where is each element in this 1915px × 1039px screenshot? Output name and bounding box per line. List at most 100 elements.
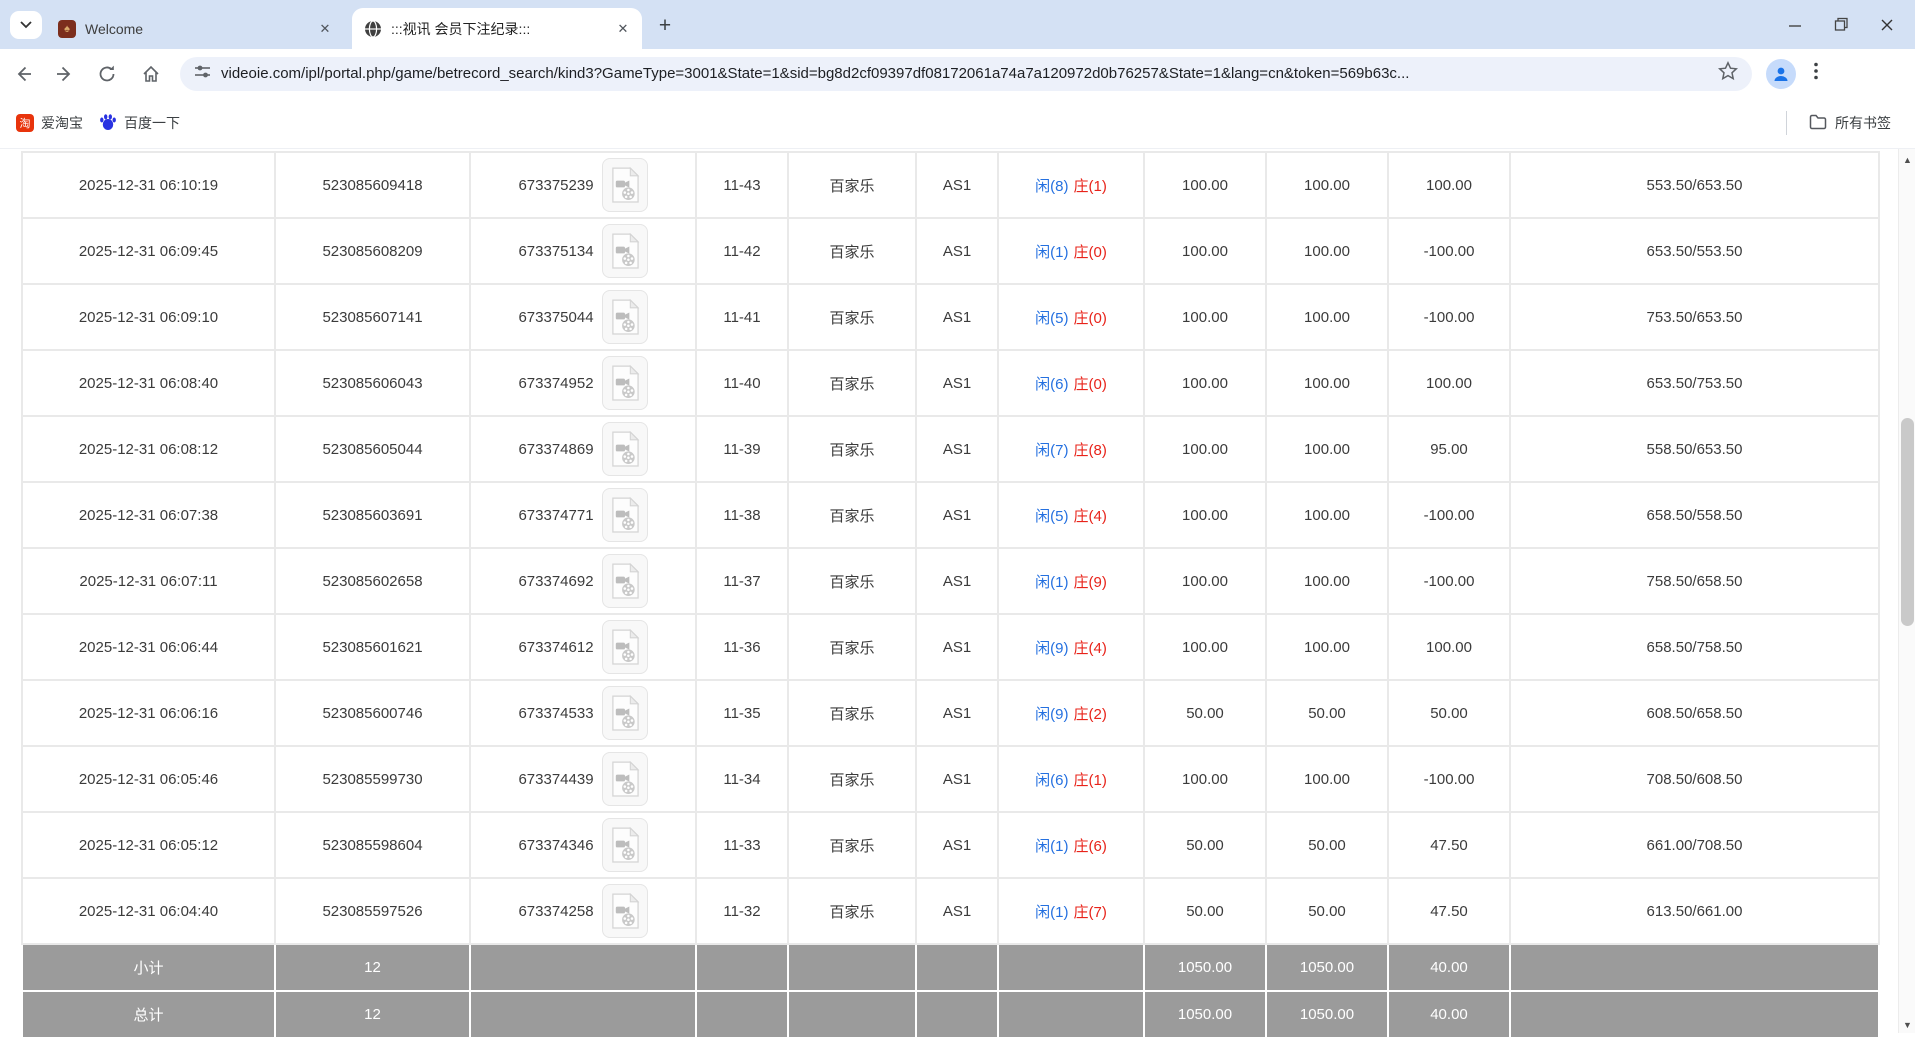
video-replay-button[interactable]	[601, 158, 648, 212]
video-file-icon	[611, 826, 639, 863]
bet-amount-link[interactable]: 100.00	[1143, 283, 1267, 351]
bookmark-baidu[interactable]: 百度一下	[91, 108, 188, 139]
home-icon[interactable]	[134, 57, 168, 91]
table-code: AS1	[915, 349, 999, 417]
round-cell: 673374692	[469, 547, 697, 615]
win-loss: 100.00	[1387, 349, 1511, 417]
bet-amount-link[interactable]: 100.00	[1143, 481, 1267, 549]
tab-search-button[interactable]	[10, 11, 42, 39]
bet-time: 2025-12-31 06:10:19	[21, 151, 276, 219]
minimize-icon[interactable]	[1787, 17, 1803, 33]
bet-amount-link[interactable]: 100.00	[1143, 745, 1267, 813]
win-loss: 100.00	[1387, 151, 1511, 219]
profile-avatar[interactable]	[1766, 58, 1796, 89]
bet-amount-link[interactable]: 100.00	[1143, 613, 1267, 681]
bet-id: 523085609418	[274, 151, 471, 219]
bookmark-star-icon[interactable]	[1717, 61, 1739, 86]
win-loss: -100.00	[1387, 745, 1511, 813]
game-name: 百家乐	[787, 877, 917, 945]
round-cell: 673375044	[469, 283, 697, 351]
reload-icon[interactable]	[90, 57, 124, 91]
valid-amount: 100.00	[1265, 415, 1389, 483]
video-replay-button[interactable]	[601, 818, 648, 872]
menu-kebab-icon[interactable]	[1814, 62, 1818, 85]
bet-amount-link[interactable]: 50.00	[1143, 679, 1267, 747]
total-count: 12	[274, 990, 471, 1039]
new-tab-button[interactable]: +	[652, 13, 678, 39]
bet-amount-link[interactable]: 100.00	[1143, 547, 1267, 615]
video-replay-button[interactable]	[601, 752, 648, 806]
balance: 658.50/758.50	[1509, 613, 1880, 681]
chevron-down-icon	[20, 21, 32, 29]
subtotal-bet: 1050.00	[1143, 943, 1267, 992]
valid-amount: 100.00	[1265, 481, 1389, 549]
valid-amount: 100.00	[1265, 613, 1389, 681]
video-replay-button[interactable]	[601, 488, 648, 542]
video-replay-button[interactable]	[601, 224, 648, 278]
bet-time: 2025-12-31 06:04:40	[21, 877, 276, 945]
tab-welcome[interactable]: ♠ Welcome ✕	[46, 8, 344, 49]
table-row: 2025-12-31 06:06:16 523085600746 6733745…	[21, 679, 1880, 747]
back-icon[interactable]	[6, 57, 40, 91]
bet-id: 523085600746	[274, 679, 471, 747]
valid-amount: 100.00	[1265, 349, 1389, 417]
close-tab-icon[interactable]: ✕	[316, 20, 334, 38]
video-file-icon	[611, 892, 639, 929]
table-round: 11-38	[695, 481, 789, 549]
table-code: AS1	[915, 811, 999, 879]
bookmarks-divider	[1786, 111, 1787, 135]
total-bet: 1050.00	[1143, 990, 1267, 1039]
bookmark-taobao[interactable]: 淘 爱淘宝	[8, 108, 91, 138]
close-window-icon[interactable]	[1879, 17, 1895, 33]
player-result: 闲(9)	[1035, 639, 1069, 657]
video-file-icon	[611, 166, 639, 203]
bet-amount-link[interactable]: 50.00	[1143, 811, 1267, 879]
bet-amount-link[interactable]: 100.00	[1143, 151, 1267, 219]
bet-amount-link[interactable]: 100.00	[1143, 415, 1267, 483]
video-replay-button[interactable]	[601, 620, 648, 674]
video-replay-button[interactable]	[601, 290, 648, 344]
bookmark-label: 百度一下	[124, 115, 180, 131]
table-code: AS1	[915, 415, 999, 483]
address-bar[interactable]: videoie.com/ipl/portal.php/game/betrecor…	[180, 56, 1752, 91]
bet-time: 2025-12-31 06:05:46	[21, 745, 276, 813]
table-round: 11-43	[695, 151, 789, 219]
tab-title: :::视讯 会员下注纪录:::	[391, 20, 531, 37]
video-replay-button[interactable]	[601, 686, 648, 740]
bet-amount-link[interactable]: 100.00	[1143, 217, 1267, 285]
baidu-paw-icon	[99, 113, 117, 134]
scroll-down-icon[interactable]: ▼	[1899, 1016, 1915, 1033]
table-code: AS1	[915, 547, 999, 615]
bet-id: 523085603691	[274, 481, 471, 549]
banker-result: 庄(4)	[1073, 639, 1107, 657]
all-bookmarks-button[interactable]: 所有书签	[1799, 108, 1901, 138]
all-bookmarks-label: 所有书签	[1835, 115, 1891, 131]
vertical-scrollbar[interactable]: ▲ ▼	[1898, 149, 1915, 1033]
video-replay-button[interactable]	[601, 554, 648, 608]
balance: 608.50/658.50	[1509, 679, 1880, 747]
close-tab-icon[interactable]: ✕	[614, 20, 632, 38]
video-replay-button[interactable]	[601, 356, 648, 410]
bet-amount-link[interactable]: 50.00	[1143, 877, 1267, 945]
scrollbar-thumb[interactable]	[1901, 418, 1914, 626]
site-info-icon[interactable]	[194, 63, 211, 85]
game-name: 百家乐	[787, 349, 917, 417]
video-replay-button[interactable]	[601, 422, 648, 476]
win-loss: -100.00	[1387, 481, 1511, 549]
bet-time: 2025-12-31 06:09:45	[21, 217, 276, 285]
scroll-up-icon[interactable]: ▲	[1899, 151, 1915, 168]
round-id: 673374439	[518, 770, 594, 788]
restore-window-icon[interactable]	[1833, 17, 1849, 33]
player-result: 闲(1)	[1035, 573, 1069, 591]
tab-bet-records[interactable]: :::视讯 会员下注纪录::: ✕	[352, 8, 642, 49]
balance: 758.50/658.50	[1509, 547, 1880, 615]
video-replay-button[interactable]	[601, 884, 648, 938]
banker-result: 庄(9)	[1073, 573, 1107, 591]
forward-icon[interactable]	[48, 57, 82, 91]
balance: 613.50/661.00	[1509, 877, 1880, 945]
game-name: 百家乐	[787, 415, 917, 483]
url-text[interactable]: videoie.com/ipl/portal.php/game/betrecor…	[221, 65, 1718, 82]
game-result: 闲(1) 庄(9)	[997, 547, 1145, 615]
bet-amount-link[interactable]: 100.00	[1143, 349, 1267, 417]
video-file-icon	[611, 232, 639, 269]
